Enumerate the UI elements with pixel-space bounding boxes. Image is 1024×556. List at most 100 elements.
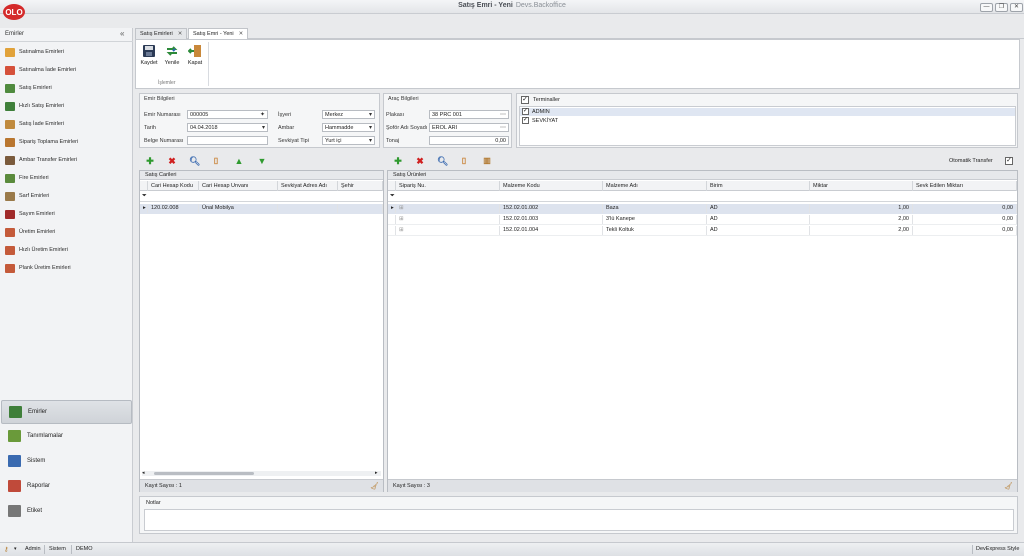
table-row[interactable]: ⊞ 152.02.01.003 3'lü Kanepe AD 2,00 0,00 bbox=[388, 215, 1017, 225]
scrollbar-thumb[interactable] bbox=[154, 472, 254, 475]
table-cell[interactable]: 0,00 bbox=[913, 226, 1017, 235]
scroll-right-icon[interactable]: ▸ bbox=[375, 471, 378, 476]
nav-group-sistem[interactable]: Sistem bbox=[1, 450, 132, 474]
table-cell[interactable]: ⊞ bbox=[396, 226, 500, 235]
column-header[interactable]: Malzeme Kodu bbox=[500, 181, 603, 191]
table-cell[interactable]: 152.02.01.003 bbox=[500, 215, 603, 224]
ellipsis-icon[interactable]: ⋯ bbox=[500, 111, 506, 118]
search-icon[interactable]: 🔍︎ bbox=[437, 156, 448, 166]
add-icon[interactable]: ✚ bbox=[145, 156, 155, 166]
sidebar-item[interactable]: Sipariş Toplama Emirleri bbox=[0, 134, 133, 152]
checkbox-checked-icon[interactable]: ✓ bbox=[522, 117, 529, 124]
collapse-icon[interactable]: « bbox=[120, 29, 124, 38]
clipboard-icon[interactable]: ▯ bbox=[459, 156, 469, 166]
chevron-down-icon[interactable]: ▾ bbox=[262, 124, 265, 131]
app-logo[interactable]: OLO bbox=[2, 2, 26, 22]
table-row[interactable]: ▸ ⊞ 152.02.01.002 Baza AD 1,00 0,00 bbox=[388, 204, 1017, 214]
column-header[interactable]: Birim bbox=[707, 181, 810, 191]
minimize-button[interactable]: — bbox=[980, 3, 993, 12]
search-icon[interactable]: 🔍︎ bbox=[189, 156, 200, 166]
column-header[interactable]: Sipariş Nu. bbox=[396, 181, 500, 191]
ellipsis-icon[interactable]: ⋯ bbox=[500, 124, 506, 131]
restore-button[interactable]: ❐ bbox=[995, 3, 1008, 12]
plate-field[interactable]: 38 PRC 001 ⋯ bbox=[429, 110, 509, 119]
expand-icon[interactable]: ⊞ bbox=[399, 216, 404, 222]
sidebar-item[interactable]: Satınalma Emirleri bbox=[0, 44, 133, 62]
table-cell[interactable]: AD bbox=[707, 204, 810, 213]
date-field[interactable]: 04.04.2018 ▾ bbox=[187, 123, 268, 132]
table-cell[interactable]: 2,00 bbox=[810, 226, 913, 235]
workplace-select[interactable]: Merkez ▾ bbox=[322, 110, 375, 119]
column-header[interactable]: Cari Hesap Kodu bbox=[148, 181, 199, 191]
table-cell[interactable]: AD bbox=[707, 226, 810, 235]
notes-textarea[interactable] bbox=[144, 509, 1014, 531]
sidebar-item[interactable]: Üretim Emirleri bbox=[0, 224, 133, 242]
delete-icon[interactable]: ✖ bbox=[167, 156, 177, 166]
key-icon[interactable]: ⚷ bbox=[4, 546, 8, 553]
add-icon[interactable]: ✚ bbox=[393, 156, 403, 166]
table-cell[interactable]: Baza bbox=[603, 204, 707, 213]
auto-transfer-checkbox[interactable]: ✓ bbox=[1005, 157, 1013, 165]
sidebar-item[interactable]: Sarf Emirleri bbox=[0, 188, 133, 206]
table-cell[interactable]: Tekli Koltuk bbox=[603, 226, 707, 235]
chevron-down-icon[interactable]: ▾ bbox=[369, 111, 372, 118]
column-header[interactable]: Miktar bbox=[810, 181, 913, 191]
table-cell[interactable]: AD bbox=[707, 215, 810, 224]
expand-icon[interactable]: ⊞ bbox=[399, 227, 404, 233]
table-cell[interactable]: ⊞ bbox=[396, 204, 500, 213]
refresh-button[interactable]: Yenile bbox=[161, 43, 183, 77]
sidebar-item[interactable]: Satınalma İade Emirleri bbox=[0, 62, 133, 80]
expand-icon[interactable]: ⊞ bbox=[399, 205, 404, 211]
close-icon[interactable]: ✕ bbox=[239, 31, 244, 37]
document-number-field[interactable] bbox=[187, 136, 268, 145]
table-row[interactable]: ⊞ 152.02.01.004 Tekli Koltuk AD 2,00 0,00 bbox=[388, 226, 1017, 236]
delete-icon[interactable]: ✖ bbox=[415, 156, 425, 166]
nav-group-tanımlamalar[interactable]: Tanımlamalar bbox=[1, 425, 132, 449]
spin-icon[interactable]: ✦ bbox=[260, 111, 265, 118]
save-button[interactable]: Kaydet bbox=[138, 43, 160, 77]
close-icon[interactable]: ✕ bbox=[178, 31, 183, 37]
horizontal-scrollbar[interactable]: ◂ ▸ bbox=[142, 471, 381, 476]
chevron-down-icon[interactable]: ▾ bbox=[14, 546, 17, 552]
table-cell[interactable]: 1,00 bbox=[810, 204, 913, 213]
table-cell[interactable]: 152.02.01.002 bbox=[500, 204, 603, 213]
table-cell[interactable] bbox=[278, 204, 338, 213]
chevron-down-icon[interactable]: ▾ bbox=[369, 124, 372, 131]
sidebar-item[interactable]: Hızlı Üretim Emirleri bbox=[0, 242, 133, 260]
tonnage-field[interactable]: 0,00 bbox=[429, 136, 509, 145]
nav-group-etiket[interactable]: Etiket bbox=[1, 500, 132, 524]
table-cell[interactable]: 152.02.01.004 bbox=[500, 226, 603, 235]
scroll-left-icon[interactable]: ◂ bbox=[142, 471, 145, 476]
auto-filter-row[interactable]: ⏷ bbox=[388, 192, 1017, 202]
table-cell[interactable]: 2,00 bbox=[810, 215, 913, 224]
move-up-icon[interactable]: ▲ bbox=[234, 156, 244, 166]
auto-filter-row[interactable]: ⏷ bbox=[140, 192, 383, 202]
column-header[interactable]: Malzeme Adı bbox=[603, 181, 707, 191]
terminals-checkbox[interactable]: ✓ bbox=[521, 96, 529, 104]
terminal-item-sevkiyat[interactable]: ✓ SEVKİYAT bbox=[520, 117, 1015, 125]
driver-field[interactable]: EROL ARI ⋯ bbox=[429, 123, 509, 132]
sidebar-item[interactable]: Hızlı Satış Emirleri bbox=[0, 98, 133, 116]
broom-icon[interactable]: 🧹︎ bbox=[1004, 482, 1013, 490]
table-cell[interactable]: 3'lü Kanepe bbox=[603, 215, 707, 224]
nav-group-raporlar[interactable]: Raporlar bbox=[1, 475, 132, 499]
table-cell[interactable]: 0,00 bbox=[913, 215, 1017, 224]
sidebar-item[interactable]: Plank Üretim Emirleri bbox=[0, 260, 133, 278]
sidebar-item[interactable]: Satış Emirleri bbox=[0, 80, 133, 98]
column-header[interactable]: Sevkiyat Adres Adı bbox=[278, 181, 338, 191]
warehouse-select[interactable]: Hammadde ▾ bbox=[322, 123, 375, 132]
sidebar-item[interactable]: Fire Emirleri bbox=[0, 170, 133, 188]
column-header[interactable]: Cari Hesap Unvanı bbox=[199, 181, 278, 191]
table-cell[interactable]: Ünal Mobilya bbox=[199, 204, 278, 213]
close-form-button[interactable]: Kapat bbox=[184, 43, 206, 77]
move-down-icon[interactable]: ▼ bbox=[257, 156, 267, 166]
sidebar-item[interactable]: Ambar Transfer Emirleri bbox=[0, 152, 133, 170]
tab-satis-emirleri[interactable]: Satış Emirleri ✕ bbox=[135, 28, 188, 39]
terminal-item-admin[interactable]: ✓ ADMIN bbox=[520, 108, 1015, 116]
table-cell[interactable]: 120.02.008 bbox=[148, 204, 199, 213]
broom-icon[interactable]: 🧹︎ bbox=[370, 482, 379, 490]
table-cell[interactable]: 0,00 bbox=[913, 204, 1017, 213]
column-header[interactable]: Sevk Edilen Miktarı bbox=[913, 181, 1017, 191]
table-cell[interactable] bbox=[338, 204, 383, 213]
clipboard-icon[interactable]: ▯ bbox=[211, 156, 221, 166]
